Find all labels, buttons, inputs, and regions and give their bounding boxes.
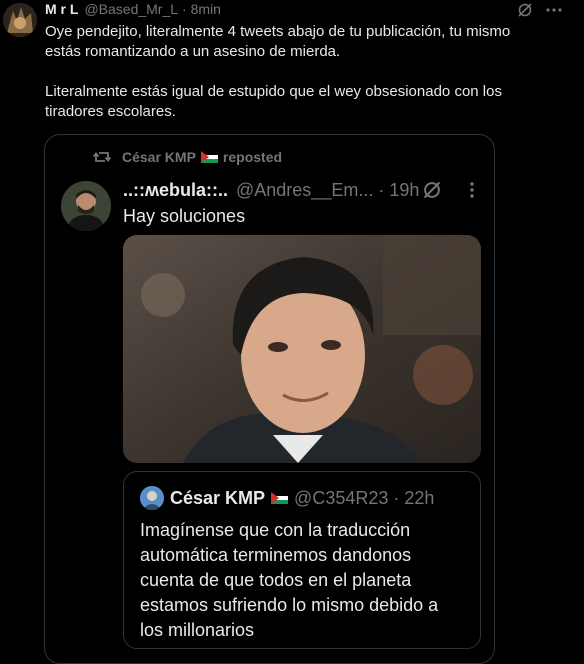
quoted-post-card[interactable]: César KMP @C354R23 · 22h Imagínense que … <box>123 471 481 649</box>
quoted-line: Imagínense que con la traducción <box>140 520 411 540</box>
quoted-text: Imagínense que con la traducción automát… <box>140 518 475 643</box>
palestine-flag-icon <box>200 151 218 163</box>
embedded-time[interactable]: · 19h <box>378 180 419 201</box>
reply-line: Literalmente estás igual de estupido que… <box>45 83 502 100</box>
grok-icon[interactable] <box>421 179 443 201</box>
quoted-avatar[interactable] <box>140 486 164 510</box>
repost-user[interactable]: César KMP <box>122 149 196 165</box>
palestine-flag-icon <box>271 492 289 504</box>
quoted-author-name[interactable]: César KMP <box>170 488 265 509</box>
repost-icon <box>92 148 112 166</box>
more-icon[interactable] <box>544 2 564 18</box>
quoted-author-handle[interactable]: @C354R23 <box>294 488 388 509</box>
embedded-media-image[interactable] <box>123 235 481 463</box>
more-icon[interactable] <box>461 179 483 201</box>
embedded-header: ..::ʍebula::.. @Andres__Em... · 19h <box>123 177 419 203</box>
reply-header: M r L @Based_Mr_L · 8min <box>45 0 221 18</box>
reply-body: Oye pendejito, literalmente 4 tweets aba… <box>45 22 575 122</box>
reply-line: estás romantizando a un asesino de mierd… <box>45 43 341 60</box>
embedded-avatar[interactable] <box>61 181 111 231</box>
embedded-author-name[interactable]: ..::ʍebula::.. <box>123 180 228 201</box>
embedded-author-handle[interactable]: @Andres__Em... <box>236 180 373 201</box>
reply-line: tiradores escolares. <box>45 103 176 120</box>
reply-time[interactable]: · 8min <box>182 1 221 17</box>
reply-author-name[interactable]: M r L <box>45 1 78 17</box>
quoted-line: cuenta de que todos en el planeta <box>140 570 412 590</box>
quoted-time[interactable]: · 22h <box>393 488 434 509</box>
reply-author-handle[interactable]: @Based_Mr_L <box>84 1 178 17</box>
embedded-text: Hay soluciones <box>123 206 246 226</box>
quoted-header: César KMP @C354R23 · 22h <box>170 486 434 510</box>
repost-suffix: reposted <box>222 149 283 165</box>
repost-indicator: César KMP reposted <box>92 147 282 167</box>
reply-line: Oye pendejito, literalmente 4 tweets aba… <box>45 23 511 40</box>
quoted-line: estamos sufriendo lo mismo debido a <box>140 595 439 615</box>
grok-icon[interactable] <box>516 2 534 18</box>
quoted-line: los millonarios <box>140 620 255 640</box>
embedded-post-card[interactable]: César KMP reposted ..::ʍebula::.. @Andre… <box>44 134 495 664</box>
quoted-line: automática terminemos dandonos <box>140 545 412 565</box>
reply-avatar[interactable] <box>3 3 37 37</box>
